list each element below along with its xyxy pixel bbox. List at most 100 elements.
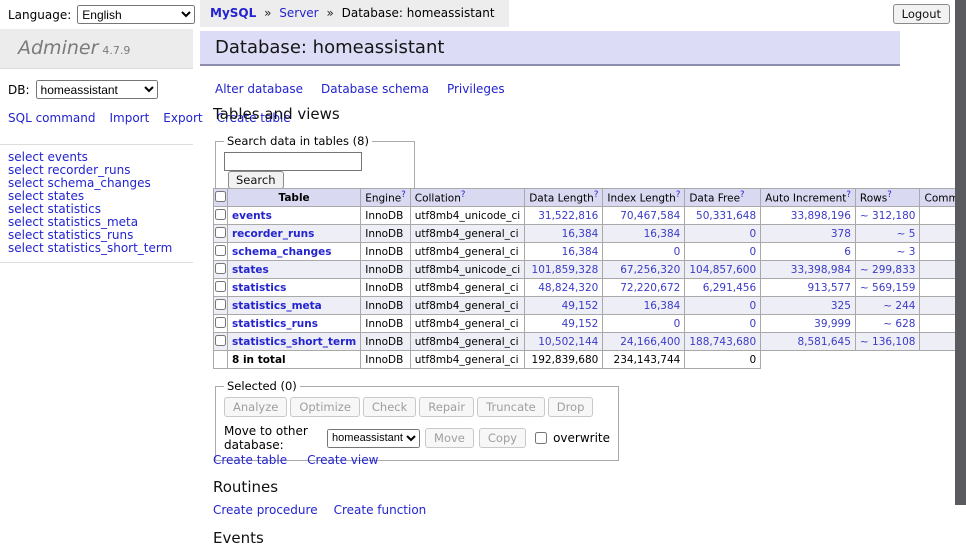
auto-increment-cell: 913,577: [761, 279, 856, 297]
analyze-button[interactable]: Analyze: [224, 397, 287, 417]
optimize-button[interactable]: Optimize: [290, 397, 360, 417]
language-select[interactable]: English: [77, 5, 195, 24]
data-length-cell: 101,859,328: [525, 261, 603, 279]
row-checkbox[interactable]: [215, 299, 226, 310]
table-row: statisticsInnoDButf8mb4_general_ci48,824…: [214, 279, 966, 297]
row-checkbox[interactable]: [215, 281, 226, 292]
alter-database-link[interactable]: Alter database: [215, 82, 303, 96]
table-total-row: 8 in totalInnoDButf8mb4_general_ci192,83…: [214, 351, 966, 369]
scrollbar-track[interactable]: [955, 0, 966, 543]
auto-increment-cell: 33,398,984: [761, 261, 856, 279]
breadcrumb-server-link[interactable]: Server: [279, 6, 318, 20]
table-row: statistics_metaInnoDButf8mb4_general_ci4…: [214, 297, 966, 315]
drop-button[interactable]: Drop: [548, 397, 594, 417]
copy-button[interactable]: Copy: [479, 428, 526, 448]
overwrite-label[interactable]: overwrite: [553, 431, 610, 445]
empty-cell: [761, 351, 856, 369]
db-select[interactable]: homeassistant: [36, 80, 158, 99]
create-function-link[interactable]: Create function: [334, 503, 427, 517]
table-link-statistics_short_term[interactable]: statistics_short_term: [232, 336, 356, 348]
breadcrumb-separator: »: [326, 6, 333, 20]
create-table-link[interactable]: Create table: [213, 453, 287, 467]
sidebar-divider: [0, 144, 193, 145]
adminer-logo-text[interactable]: Adminer: [18, 37, 98, 59]
table-link-recorder_runs[interactable]: recorder_runs: [232, 228, 314, 240]
events-heading: Events: [213, 529, 264, 547]
table-link-statistics_meta[interactable]: statistics_meta: [232, 300, 322, 312]
table-link-schema_changes[interactable]: schema_changes: [232, 246, 332, 258]
selected-legend: Selected (0): [224, 379, 300, 393]
row-checkbox[interactable]: [215, 227, 226, 238]
privileges-link[interactable]: Privileges: [447, 82, 505, 96]
move-label: Move to other database:: [224, 424, 322, 452]
row-checkbox[interactable]: [215, 335, 226, 346]
create-procedure-link[interactable]: Create procedure: [213, 503, 318, 517]
help-link[interactable]: ?: [846, 190, 851, 200]
empty-cell: [855, 351, 920, 369]
sidebar-link-import[interactable]: Import: [109, 111, 149, 125]
table-link-events[interactable]: events: [232, 210, 272, 222]
table-row: schema_changesInnoDButf8mb4_general_ci16…: [214, 243, 966, 261]
help-link[interactable]: ?: [887, 190, 892, 200]
col-header-auto-increment: Auto Increment?: [761, 189, 856, 207]
create-view-link[interactable]: Create view: [307, 453, 378, 467]
routines-heading: Routines: [213, 478, 278, 496]
breadcrumb-mysql-link[interactable]: MySQL: [210, 6, 256, 20]
row-checkbox-cell: [214, 279, 228, 297]
help-link[interactable]: ?: [401, 190, 406, 200]
move-db-select[interactable]: homeassistant: [327, 429, 420, 448]
overwrite-checkbox[interactable]: [535, 432, 547, 444]
sidebar-item-statistics_short_term[interactable]: select statistics_short_term: [8, 242, 172, 255]
repair-button[interactable]: Repair: [419, 397, 474, 417]
table-row: statistics_short_termInnoDButf8mb4_gener…: [214, 333, 966, 351]
help-link[interactable]: ?: [594, 190, 599, 200]
row-checkbox[interactable]: [215, 209, 226, 220]
row-checkbox[interactable]: [215, 317, 226, 328]
data-free-cell: 0: [685, 297, 761, 315]
language-row: Language: English: [8, 5, 195, 24]
table-link-statistics[interactable]: statistics: [232, 282, 286, 294]
row-checkbox[interactable]: [215, 263, 226, 274]
collation-cell: utf8mb4_general_ci: [410, 315, 524, 333]
engine-cell: InnoDB: [361, 279, 411, 297]
table-link-statistics_runs[interactable]: statistics_runs: [232, 318, 318, 330]
auto-increment-cell: 39,999: [761, 315, 856, 333]
row-checkbox-cell: [214, 297, 228, 315]
row-checkbox[interactable]: [215, 245, 226, 256]
scrollbar-thumb[interactable]: [955, 0, 966, 505]
move-button[interactable]: Move: [425, 428, 474, 448]
auto-increment-cell: 325: [761, 297, 856, 315]
col-header-label: Data Free: [689, 193, 740, 205]
col-header-table: Table: [228, 189, 361, 207]
tables-heading: Tables and views: [213, 105, 340, 123]
search-button[interactable]: Search: [228, 171, 284, 189]
help-link[interactable]: ?: [740, 190, 745, 200]
adminer-logo-box: Adminer 4.7.9: [0, 29, 193, 69]
db-action-links: Alter database Database schema Privileges: [215, 82, 523, 96]
search-input[interactable]: [224, 152, 362, 171]
col-header-data-free: Data Free?: [685, 189, 761, 207]
sidebar-link-export[interactable]: Export: [163, 111, 202, 125]
adminer-version[interactable]: 4.7.9: [102, 44, 130, 57]
data-length-cell: 16,384: [525, 225, 603, 243]
check-button[interactable]: Check: [363, 397, 416, 417]
select-all-checkbox[interactable]: [215, 191, 226, 202]
table-row: eventsInnoDButf8mb4_unicode_ci31,522,816…: [214, 207, 966, 225]
sidebar-link-sql-command[interactable]: SQL command: [8, 111, 95, 125]
db-selector-row: DB: homeassistant: [8, 80, 158, 99]
selected-action-buttons: AnalyzeOptimizeCheckRepairTruncateDrop: [224, 397, 610, 417]
logout-button[interactable]: Logout: [893, 4, 950, 24]
row-checkbox-cell: [214, 261, 228, 279]
index-length-cell: 16,384: [603, 297, 685, 315]
truncate-button[interactable]: Truncate: [477, 397, 545, 417]
col-header-label: Rows: [860, 193, 887, 205]
page-title: Database: homeassistant: [200, 31, 900, 64]
help-link[interactable]: ?: [676, 190, 681, 200]
database-schema-link[interactable]: Database schema: [321, 82, 429, 96]
table-link-states[interactable]: states: [232, 264, 269, 276]
data-free-cell: 188,743,680: [685, 333, 761, 351]
help-link[interactable]: ?: [461, 190, 466, 200]
search-legend: Search data in tables (8): [224, 134, 372, 148]
move-database-row: Move to other database: homeassistant Mo…: [224, 424, 610, 452]
sidebar-menu-links: SQL commandImportExportCreate table: [8, 110, 186, 126]
